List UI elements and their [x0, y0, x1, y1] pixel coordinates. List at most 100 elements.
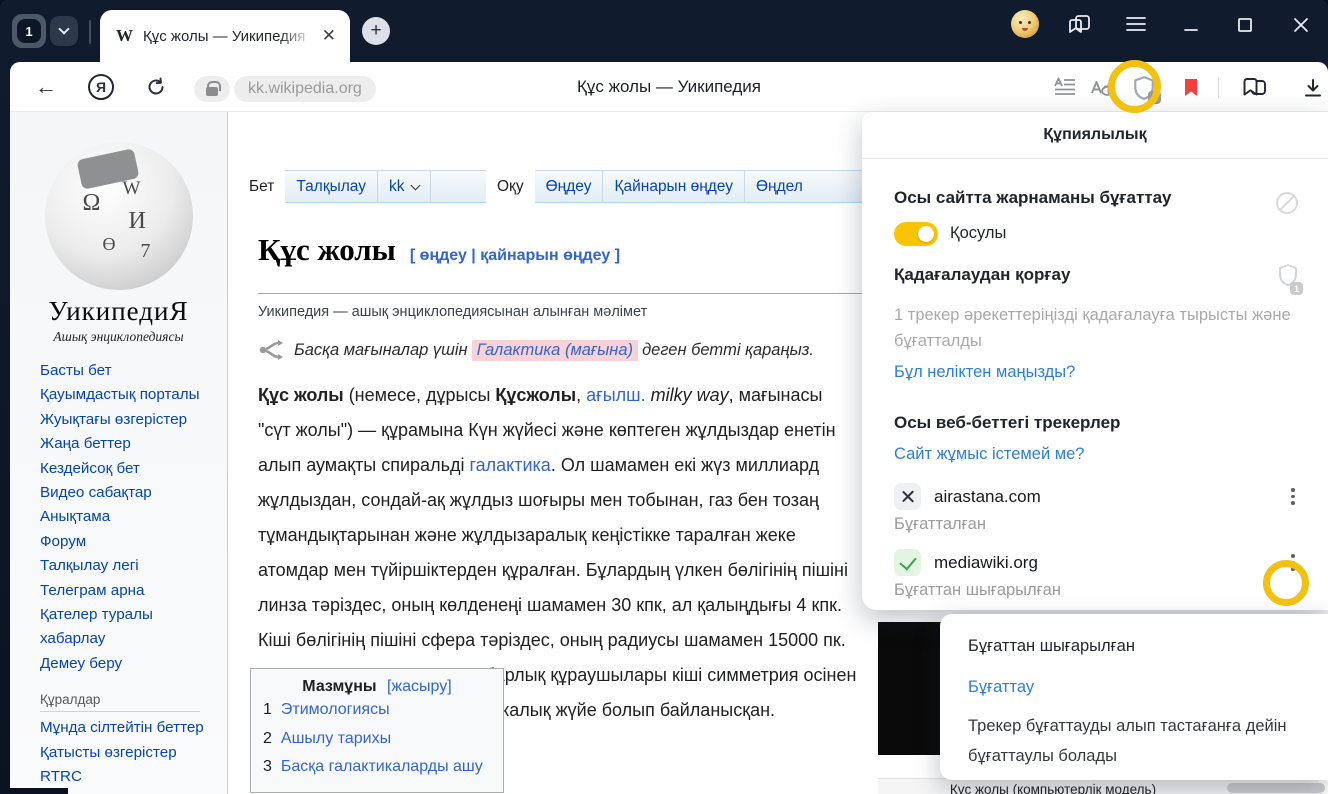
reader-mode-button[interactable]	[1052, 75, 1078, 101]
sidebar-item[interactable]: Кездейсоқ бет	[40, 457, 218, 481]
sidebar-tool-item[interactable]: Мұнда сілтейтін беттер	[40, 716, 218, 740]
site-broken-link[interactable]: Сайт жұмыс істемей ме?	[894, 445, 1084, 464]
adblock-toggle-label: Қосулы	[950, 224, 1006, 243]
toc-link[interactable]: Басқа галактикаларды ашу	[281, 753, 483, 782]
yandex-button[interactable]: Я	[88, 74, 114, 100]
window-close-button[interactable]	[1288, 12, 1314, 38]
back-arrow-icon: ←	[35, 74, 57, 100]
site-security-button[interactable]	[194, 76, 230, 102]
translate-icon	[1090, 76, 1116, 100]
globe-glyph: W	[123, 178, 141, 200]
article-tab-label: Оқу	[497, 178, 524, 196]
kebab-menu-icon[interactable]	[1282, 483, 1304, 510]
translate-button[interactable]	[1090, 75, 1116, 101]
tabstrip-separator	[89, 20, 91, 44]
sidebar-item[interactable]: Талқылау легі	[40, 554, 218, 578]
sidebar-item[interactable]: Жаңа беттер	[40, 432, 218, 456]
tab-group-count-badge: 1	[17, 19, 41, 43]
sidebar-item[interactable]: Форум	[40, 530, 218, 554]
tracker-status: Бұғатталған	[894, 515, 1269, 534]
no-ads-icon	[1276, 192, 1298, 214]
article-link[interactable]: галактика	[469, 455, 550, 475]
adblock-toggle[interactable]	[894, 222, 938, 246]
article-tab-label: kk	[389, 178, 405, 196]
browser-window: 1 W Құс жолы — Уикипедия ✕ +	[0, 0, 1328, 794]
tracker-domain: mediawiki.org	[934, 553, 1269, 573]
sidebar-tools: Мұнда сілтейтін беттерҚатысты өзгерістер…	[40, 716, 218, 794]
globe-glyph: 7	[141, 240, 151, 263]
sidebar-item[interactable]: Анықтама	[40, 505, 218, 529]
article-tab[interactable]: Бет	[238, 170, 285, 203]
adblock-section-title: Осы сайтта жарнаманы бұғаттау	[894, 188, 1172, 208]
toc-link[interactable]: Этимологиясы	[281, 696, 390, 725]
tab-group-chevron-button[interactable]	[50, 16, 78, 46]
hatnote-link[interactable]: Галактика (мағына)	[472, 340, 638, 361]
kebab-menu-icon[interactable]	[1282, 549, 1304, 576]
toc-header: Мазмұны [жасыру]	[263, 678, 491, 696]
article-tab[interactable]: kk	[378, 170, 431, 203]
article-tab-label: Қайнарын өңдеу	[614, 178, 733, 196]
menu-item-block[interactable]: Бұғаттау	[968, 678, 1308, 697]
sidebar-item[interactable]: Видео сабақтар	[40, 481, 218, 505]
privacy-panel-title: Құпиялылық	[862, 112, 1328, 158]
article-tab[interactable]: Оқу	[486, 170, 535, 203]
sidebar-item[interactable]: Қателер туралы хабарлау	[40, 603, 218, 652]
back-button[interactable]: ←	[30, 72, 62, 102]
sidebar-item[interactable]: Телеграм арна	[40, 579, 218, 603]
sidebar-item[interactable]: Қауымдастық порталы	[40, 383, 218, 407]
tracker-context-menu: Бұғаттан шығарылған Бұғаттау Трекер бұға…	[940, 614, 1328, 780]
article-tab[interactable]: Қайнарын өңдеу	[603, 170, 745, 203]
downloads-button[interactable]	[1300, 75, 1326, 101]
sidebar-item[interactable]: Демеу беру	[40, 652, 218, 676]
privacy-shield-button[interactable]: 1	[1131, 75, 1157, 101]
edit-links[interactable]: [ өңдеу | қайнарын өңдеу ]	[410, 247, 620, 264]
toc-link[interactable]: Ашылу тарихы	[281, 725, 391, 754]
reload-icon	[145, 76, 167, 98]
toc-item: 3Басқа галактикаларды ашу	[263, 753, 491, 782]
sidebar-tools-heading: Құралдар	[40, 692, 200, 712]
side-panels-button[interactable]	[1066, 10, 1094, 38]
yandex-logo-icon: Я	[96, 79, 106, 95]
url-field[interactable]: kk.wikipedia.org	[234, 76, 376, 102]
browser-tab-active[interactable]: W Құс жолы — Уикипедия ✕	[100, 10, 350, 62]
kebab-dot	[1291, 554, 1295, 558]
globe-glyph: Ө	[103, 234, 116, 255]
wikipedia-sidebar: Ω W И Ө 7 УикипедиЯ Ашық энциклопедиясы …	[10, 112, 228, 794]
globe-glyph: И	[129, 208, 146, 235]
article-tab-label: Талқылау	[296, 178, 366, 196]
sidebar-item[interactable]: Жуықтағы өзгерістер	[40, 408, 218, 432]
tracking-section-title: Қадағалаудан қорғау	[894, 265, 1070, 285]
maximize-button[interactable]	[1232, 12, 1258, 38]
reload-button[interactable]	[142, 73, 170, 101]
article-tab[interactable]: Өңдеу	[535, 170, 604, 203]
article-tab[interactable]: Талқылау	[285, 170, 378, 203]
article-link[interactable]: ағылш.	[586, 385, 645, 405]
sidebar-item[interactable]: Басты бет	[40, 359, 218, 383]
menu-button[interactable]	[1122, 10, 1150, 38]
tracker-row: mediawiki.orgБұғаттан шығарылған	[894, 549, 1304, 600]
tab-group-button[interactable]: 1	[12, 14, 46, 48]
bookmark-button[interactable]	[1178, 75, 1204, 101]
wikipedia-globe-logo[interactable]: Ω W И Ө 7	[45, 142, 193, 290]
tab-close-icon[interactable]: ✕	[318, 26, 340, 46]
close-icon	[1290, 14, 1312, 36]
collections-button[interactable]	[1242, 75, 1268, 101]
chevron-down-icon	[58, 23, 69, 34]
table-of-contents: Мазмұны [жасыру] 1Этимологиясы2Ашылу тар…	[250, 668, 504, 793]
toc-list: 1Этимологиясы2Ашылу тарихы3Басқа галакти…	[263, 696, 491, 782]
panel-divider	[862, 158, 1328, 159]
why-important-link[interactable]: Бұл неліктен маңызды?	[894, 363, 1075, 382]
sidebar-tool-item[interactable]: Қатысты өзгерістер	[40, 741, 218, 765]
horizontal-scrollbar-thumb[interactable]	[1227, 783, 1325, 793]
sidebar-tool-item[interactable]: RTRC	[40, 765, 218, 789]
site-subtitle: Уикипедия — ашық энциклопедиясынан алынғ…	[258, 304, 647, 320]
address-toolbar: Құс жолы — Уикипедия ← Я kk.wikipedia.or…	[10, 62, 1328, 112]
bookmark-flag-icon	[1182, 78, 1200, 98]
new-tab-button[interactable]: +	[362, 17, 390, 45]
profile-avatar[interactable]	[1011, 10, 1039, 38]
menu-item-current-state[interactable]: Бұғаттан шығарылған	[968, 635, 1308, 657]
hamburger-icon	[1125, 15, 1147, 33]
toc-hide-link[interactable]: [жасыру]	[387, 678, 452, 695]
kebab-dot	[1291, 567, 1295, 571]
minimize-button[interactable]	[1178, 12, 1204, 38]
